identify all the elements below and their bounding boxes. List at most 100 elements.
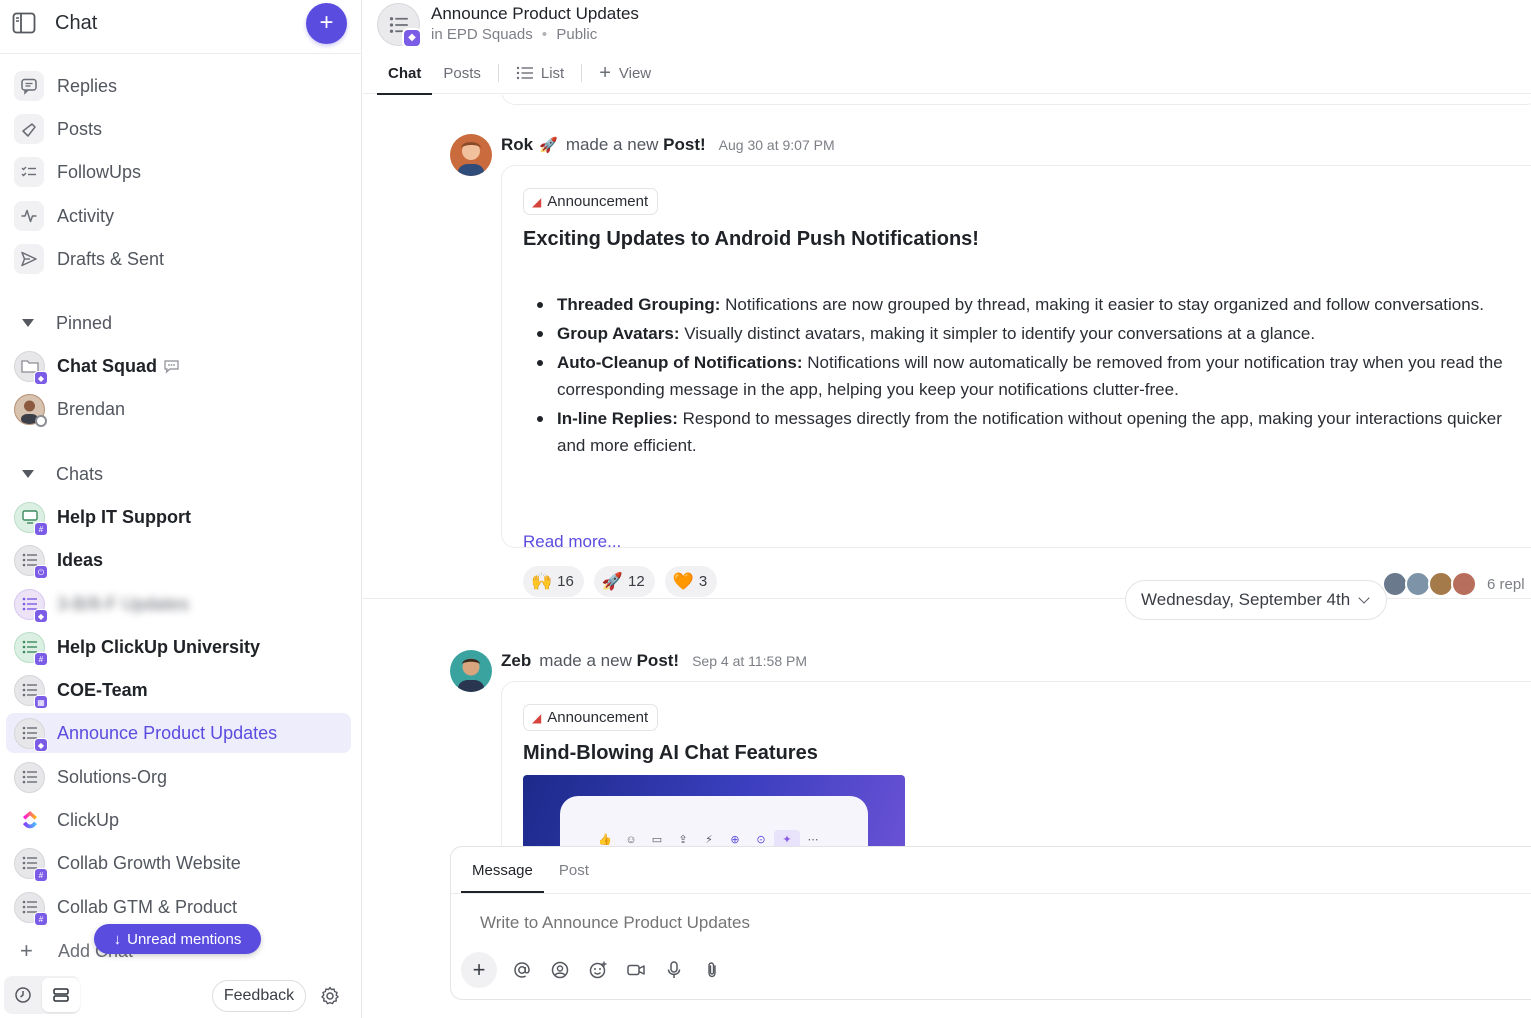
post-time[interactable]: Sep 4 at 11:58 PM <box>692 653 807 669</box>
bullet-item: Threaded Grouping: Notifications are now… <box>523 291 1531 318</box>
nav-item-drafts-sent[interactable]: Drafts & Sent <box>14 242 349 276</box>
reaction-emoji: 🙌 <box>531 571 553 591</box>
chat-collab-growth-website[interactable]: # Collab Growth Website <box>6 843 351 883</box>
new-chat-button[interactable]: + <box>306 3 347 44</box>
chat-clickup[interactable]: ClickUp <box>6 800 351 840</box>
tab-list[interactable]: List <box>505 52 575 94</box>
at-sign-icon <box>514 962 530 978</box>
author-name[interactable]: Rok <box>501 135 533 155</box>
list-icon: ◆ <box>14 717 48 752</box>
reaction-count: 3 <box>698 573 708 590</box>
date-divider-button[interactable]: Wednesday, September 4th <box>1125 580 1388 620</box>
emoji-icon <box>589 961 607 979</box>
chat-coe-team[interactable]: ▦ COE-Team <box>6 670 351 710</box>
bullet-bold: Group Avatars: <box>557 324 680 343</box>
message-feed: Rok 🚀 made a new Post! Aug 30 at 9:07 PM… <box>363 95 1531 847</box>
chat-help-it-support[interactable]: # Help IT Support <box>6 497 351 537</box>
composer-tabs: Message Post <box>461 847 604 893</box>
attachment-button[interactable] <box>693 952 731 988</box>
composer-tab-message[interactable]: Message <box>461 847 544 893</box>
arrow-down-icon: ↓ <box>113 930 122 948</box>
channel-subtitle: in EPD Squads • Public <box>431 26 598 43</box>
action-prefix: made a new <box>565 135 659 154</box>
chan-label: Brendan <box>57 398 126 419</box>
nav-item-replies[interactable]: Replies <box>14 69 349 103</box>
megaphone-icon: ◢ <box>532 710 542 725</box>
reaction-raised-hands[interactable]: 🙌 16 <box>523 566 584 597</box>
composer-tab-post[interactable]: Post <box>548 847 600 893</box>
chat-badge-icon: ◆ <box>34 370 48 385</box>
thumbs-up-icon: 👍 <box>598 834 612 846</box>
hash-badge-icon: # <box>34 651 48 666</box>
pinned-chat-squad[interactable]: ◆ Chat Squad <box>6 346 351 386</box>
sidebar-toggle-icon[interactable] <box>12 12 36 34</box>
replies-count: 6 repl <box>1487 575 1525 593</box>
channel-visibility: Public <box>556 26 598 43</box>
pinned-section-toggle[interactable]: Pinned <box>22 311 112 335</box>
author-name[interactable]: Zeb <box>501 651 531 671</box>
folder-icon: ◆ <box>14 350 48 385</box>
megaphone-icon: ◢ <box>532 194 542 209</box>
channel-header: ◆ Announce Product Updates in EPD Squads… <box>363 0 1531 95</box>
gear-icon[interactable] <box>320 986 340 1006</box>
video-camera-icon <box>627 964 645 976</box>
tab-chat[interactable]: Chat <box>377 52 433 95</box>
feedback-button[interactable]: Feedback <box>212 980 306 1012</box>
avatar-zeb[interactable] <box>450 650 492 692</box>
chats-section-toggle[interactable]: Chats <box>22 462 103 486</box>
nav-item-posts[interactable]: Posts <box>14 112 349 146</box>
nav-label: Drafts & Sent <box>57 248 165 269</box>
history-view-button[interactable] <box>4 978 42 1012</box>
nav-item-followups[interactable]: FollowUps <box>14 155 349 189</box>
post-image[interactable]: 👍 ☺ ▭ ⇪ ⚡ ⊕ ⊙ ✦ ⋯ <box>523 775 905 847</box>
pinned-brendan[interactable]: Brendan <box>6 389 351 429</box>
reactions: 🙌 16 🚀 12 🧡 3 <box>523 566 727 597</box>
list-icon <box>14 761 45 793</box>
channel-space[interactable]: in EPD Squads <box>431 26 533 43</box>
unread-mentions-button[interactable]: ↓ Unread mentions <box>94 924 261 954</box>
announcement-tag[interactable]: ◢ Announcement <box>523 704 659 731</box>
nav-item-activity[interactable]: Activity <box>14 199 349 233</box>
reaction-count: 12 <box>628 573 645 590</box>
chan-label: Collab GTM & Product <box>57 896 238 917</box>
hash-badge-icon: # <box>34 911 48 926</box>
chat-ideas[interactable]: ⏻ Ideas <box>6 540 351 580</box>
avatar-rok[interactable] <box>450 134 492 176</box>
read-more-link[interactable]: Read more... <box>523 532 621 552</box>
message-input[interactable] <box>480 913 1380 933</box>
reply-avatar <box>1451 571 1477 597</box>
post-card[interactable]: ◢ Announcement Mind-Blowing AI Chat Feat… <box>501 681 1531 847</box>
hash-badge-icon: # <box>34 521 48 536</box>
share-icon: ⇪ <box>678 834 688 846</box>
chat-badge-icon: ◆ <box>402 28 422 48</box>
chat-collab-gtm-product[interactable]: # Collab GTM & Product <box>6 887 351 927</box>
add-view-button[interactable]: + View <box>588 52 662 94</box>
assign-button[interactable] <box>541 952 579 988</box>
check-circle-icon: ⊙ <box>756 834 766 846</box>
chat-solutions-org[interactable]: Solutions-Org <box>6 757 351 797</box>
post-card[interactable]: ◢ Announcement Exciting Updates to Andro… <box>501 165 1531 597</box>
reaction-orange-heart[interactable]: 🧡 3 <box>664 566 718 597</box>
bullet-bold: Threaded Grouping: <box>557 295 721 314</box>
voice-button[interactable] <box>655 952 693 988</box>
attach-plus-button[interactable]: + <box>461 952 497 988</box>
post-title: Mind-Blowing AI Chat Features <box>523 742 818 764</box>
mention-button[interactable] <box>503 952 541 988</box>
nav-label: Posts <box>57 118 103 139</box>
chat-blurred[interactable]: ◆ 3-B/8-F Updates <box>6 584 351 624</box>
stacked-view-button[interactable] <box>42 978 80 1012</box>
post-action: made a new Post! <box>566 135 706 155</box>
announcement-tag[interactable]: ◢ Announcement <box>523 188 659 215</box>
replies-summary[interactable]: 6 repl <box>1382 571 1525 597</box>
chat-help-clickup-university[interactable]: # Help ClickUp University <box>6 627 351 667</box>
video-button[interactable] <box>617 952 655 988</box>
tab-divider <box>581 64 583 82</box>
author-emoji: 🚀 <box>539 137 558 154</box>
emoji-button[interactable] <box>579 952 617 988</box>
post-time[interactable]: Aug 30 at 9:07 PM <box>719 137 835 153</box>
tab-posts[interactable]: Posts <box>432 52 492 94</box>
list-icon: # <box>14 847 48 882</box>
reaction-rocket[interactable]: 🚀 12 <box>593 566 655 597</box>
chat-announce-product-updates[interactable]: ◆ Announce Product Updates <box>6 713 351 753</box>
comment-icon: ▭ <box>651 834 663 846</box>
